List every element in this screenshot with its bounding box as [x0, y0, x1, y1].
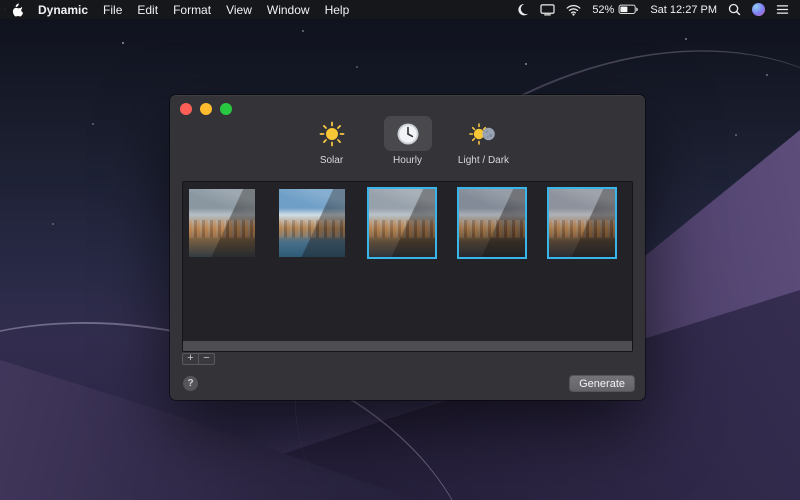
notification-center-icon[interactable] [776, 4, 789, 15]
battery-status[interactable]: 52% [592, 4, 639, 16]
siri-icon[interactable] [752, 3, 765, 16]
menu-bar: Dynamic File Edit Format View Window Hel… [0, 0, 800, 19]
thumbnail-strip [182, 181, 633, 257]
sun-icon [319, 121, 344, 146]
list-edit-controls: + − [182, 353, 215, 365]
display-icon[interactable] [540, 3, 555, 16]
menu-bar-status: 52% Sat 12:27 PM [516, 3, 789, 16]
thumbnail[interactable] [459, 189, 525, 257]
thumbnail[interactable] [549, 189, 615, 257]
desktop: Dynamic File Edit Format View Window Hel… [0, 0, 800, 500]
mode-hourly[interactable]: Hourly [376, 116, 440, 166]
menu-item-view[interactable]: View [226, 3, 252, 17]
zoom-button[interactable] [220, 103, 232, 115]
mode-label-hourly: Hourly [393, 155, 422, 166]
menu-bar-clock[interactable]: Sat 12:27 PM [650, 4, 717, 16]
battery-percent: 52% [592, 3, 615, 16]
mode-label-solar: Solar [319, 155, 344, 166]
menu-item-help[interactable]: Help [325, 3, 350, 17]
mode-light-dark-button[interactable] [460, 116, 508, 151]
horizontal-scrollbar[interactable] [183, 341, 632, 351]
sun-moon-icon [468, 122, 495, 145]
app-window: Solar Hourly Light / Dark + − ? Generate [170, 95, 645, 400]
menu-bar-left: Dynamic File Edit Format View Window Hel… [11, 3, 349, 17]
menu-item-edit[interactable]: Edit [137, 3, 158, 17]
thumbnail[interactable] [189, 189, 255, 257]
mode-switcher: Solar Hourly Light / Dark [170, 116, 645, 166]
thumbnail[interactable] [279, 189, 345, 257]
image-list-panel [182, 181, 633, 352]
app-menu[interactable]: Dynamic [38, 3, 88, 17]
mode-solar[interactable]: Solar [300, 116, 364, 166]
mode-label-light-dark: Light / Dark [457, 155, 510, 166]
menu-item-file[interactable]: File [103, 3, 122, 17]
mode-hourly-button[interactable] [383, 116, 432, 151]
menu-item-format[interactable]: Format [173, 3, 211, 17]
generate-button[interactable]: Generate [569, 375, 635, 392]
apple-menu[interactable] [11, 3, 23, 17]
clock-icon [397, 123, 418, 144]
close-button[interactable] [180, 103, 192, 115]
wifi-icon[interactable] [566, 4, 581, 16]
help-button[interactable]: ? [183, 376, 198, 391]
search-icon[interactable] [728, 3, 741, 16]
thumbnail[interactable] [369, 189, 435, 257]
mode-solar-button[interactable] [308, 116, 356, 151]
moon-icon[interactable] [516, 3, 529, 16]
add-image-button[interactable]: + [182, 353, 199, 365]
battery-icon [618, 4, 639, 15]
minimize-button[interactable] [200, 103, 212, 115]
remove-image-button[interactable]: − [198, 353, 215, 365]
apple-icon [12, 3, 23, 16]
window-controls [180, 103, 232, 115]
menu-item-window[interactable]: Window [267, 3, 310, 17]
mode-light-dark[interactable]: Light / Dark [452, 116, 516, 166]
